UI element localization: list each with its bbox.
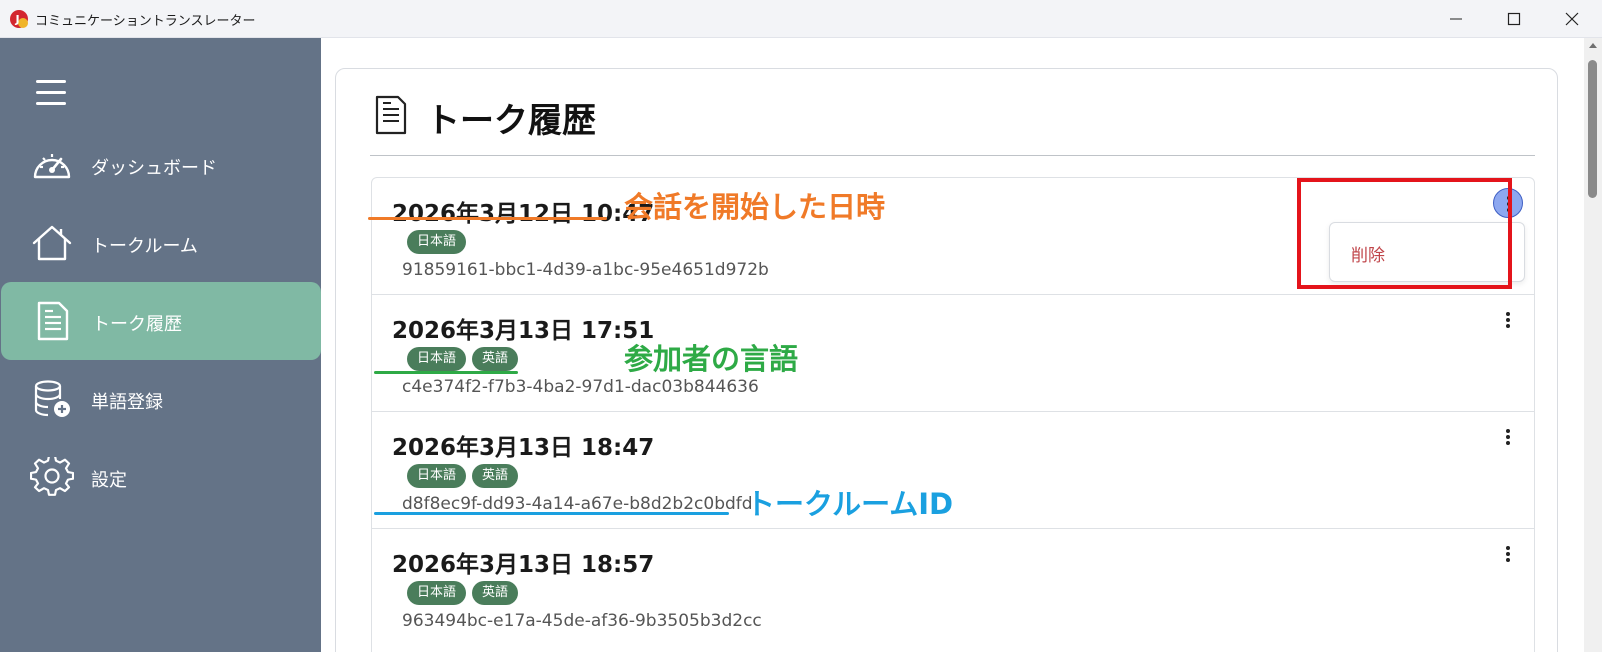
window-title: コミュニケーショントランスレーター (35, 14, 256, 29)
language-badge: 日本語 (407, 347, 467, 371)
annotation-start-datetime: 会話を開始した日時 (624, 190, 886, 224)
database-add-icon (34, 380, 70, 417)
svg-text:J: J (15, 13, 20, 26)
close-button[interactable] (1544, 0, 1600, 38)
language-badge: 英語 (472, 347, 519, 371)
row-menu-button[interactable] (1493, 305, 1523, 335)
history-row[interactable]: 2026年3月13日 18:57 日本語 英語 963494bc-e17a-45d… (372, 529, 1534, 652)
row-menu-button[interactable] (1493, 422, 1523, 452)
language-badge: 英語 (472, 464, 519, 488)
maximize-icon (1507, 12, 1521, 26)
close-icon (1565, 12, 1579, 26)
talk-room-id: d8f8ec9f-dd93-4a14-a67e-b8d2b2c0bdfd (402, 494, 753, 514)
title-bar: J コミュニケーショントランスレーター (0, 0, 1602, 38)
main-content: トーク履歴 2026年3月12日 10:47 日本語 91859161-bbc1… (321, 38, 1584, 652)
history-card: トーク履歴 2026年3月12日 10:47 日本語 91859161-bbc1… (335, 68, 1558, 652)
annotation-underline (374, 371, 518, 374)
annotation-participant-languages: 参加者の言語 (624, 342, 799, 376)
language-badges: 日本語 英語 (407, 464, 524, 488)
page-title: トーク履歴 (426, 101, 596, 141)
sidebar-item-label: トークルーム (91, 236, 198, 257)
sidebar-item-talk-history[interactable]: トーク履歴 (1, 282, 321, 360)
language-badges: 日本語 英語 (407, 347, 524, 371)
minimize-button[interactable] (1428, 0, 1484, 38)
sidebar-item-settings[interactable]: 設定 (0, 438, 321, 516)
history-datetime: 2026年3月13日 18:47 (392, 435, 655, 461)
talk-room-id: 963494bc-e17a-45de-af36-9b3505b3d2cc (402, 611, 762, 631)
sidebar-item-label: 設定 (91, 470, 127, 491)
scrollbar-thumb[interactable] (1588, 60, 1597, 198)
history-row[interactable]: 2026年3月13日 17:51 日本語 英語 c4e374f2-f7b3-4ba… (372, 295, 1534, 412)
talk-room-id: c4e374f2-f7b3-4ba2-97d1-dac03b844636 (402, 377, 759, 397)
divider (370, 155, 1535, 156)
row-menu-button[interactable] (1493, 539, 1523, 569)
document-icon (37, 301, 69, 341)
speedometer-icon (33, 154, 71, 179)
language-badge: 英語 (472, 581, 519, 605)
highlight-box (1297, 178, 1512, 289)
gear-icon (30, 457, 74, 496)
history-datetime: 2026年3月12日 10:47 (392, 201, 655, 227)
language-badges: 日本語 英語 (407, 581, 524, 605)
talk-room-id: 91859161-bbc1-4d39-a1bc-95e4651d972b (402, 260, 769, 280)
annotation-underline (374, 512, 729, 515)
sidebar-item-label: トーク履歴 (92, 314, 182, 335)
maximize-button[interactable] (1486, 0, 1542, 38)
history-datetime: 2026年3月13日 18:57 (392, 552, 655, 578)
language-badge: 日本語 (407, 581, 467, 605)
language-badges: 日本語 (407, 230, 472, 254)
sidebar-item-label: 単語登録 (91, 392, 163, 413)
app-logo-icon: J (10, 10, 28, 28)
sidebar-item-talk-room[interactable]: トークルーム (0, 204, 321, 282)
language-badge: 日本語 (407, 230, 467, 254)
annotation-talk-room-id: トークルームID (746, 487, 954, 521)
sidebar: ダッシュボード トークルーム トーク履歴 単語登録 設定 (0, 38, 321, 652)
sidebar-item-label: ダッシュボード (91, 158, 217, 179)
document-icon (375, 95, 407, 135)
history-datetime: 2026年3月13日 17:51 (392, 318, 655, 344)
minimize-icon (1450, 18, 1462, 20)
annotation-underline (368, 217, 607, 220)
language-badge: 日本語 (407, 464, 467, 488)
house-icon (32, 225, 72, 261)
sidebar-item-dashboard[interactable]: ダッシュボード (0, 126, 321, 204)
scroll-up-arrow-icon[interactable] (1588, 41, 1598, 49)
vertical-scrollbar[interactable] (1584, 38, 1602, 652)
hamburger-menu-icon[interactable] (36, 80, 66, 105)
sidebar-item-word-registration[interactable]: 単語登録 (0, 360, 321, 438)
